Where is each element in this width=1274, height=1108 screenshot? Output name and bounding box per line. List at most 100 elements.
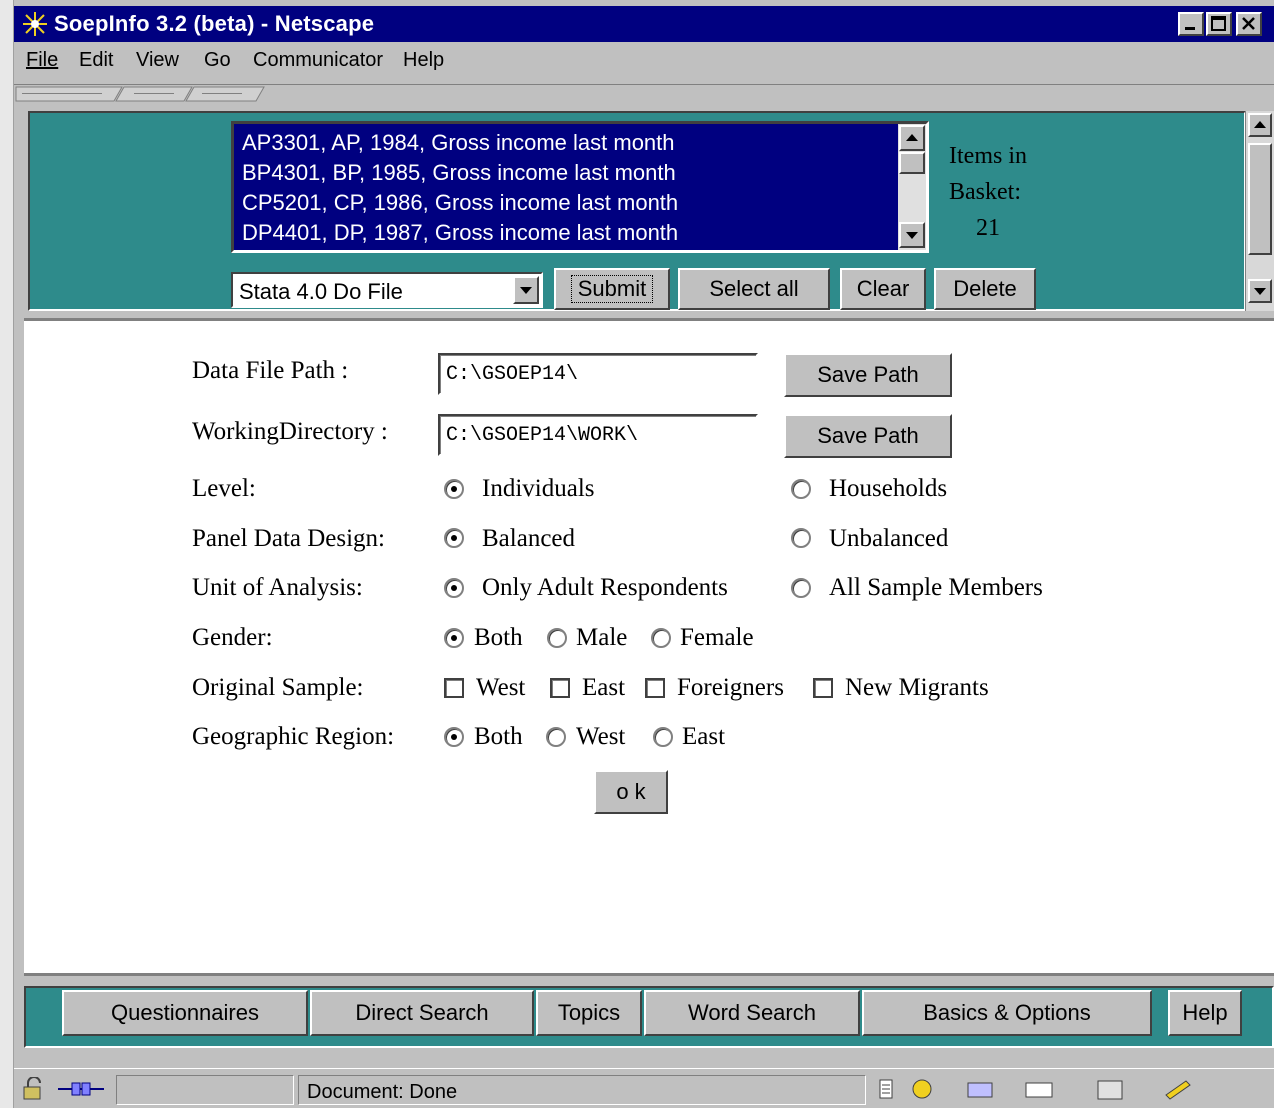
basket-listbox[interactable]: AP3301, AP, 1984, Gross income last mont…	[231, 121, 929, 253]
frame-scrollbar[interactable]	[1245, 111, 1274, 311]
radio-unit-adults[interactable]	[444, 578, 464, 598]
level-option-label: Individuals	[482, 475, 595, 502]
radio-panel-unbalanced[interactable]	[791, 528, 811, 548]
arrow-down-icon	[1254, 288, 1266, 295]
status-text: Document: Done	[307, 1081, 458, 1103]
maximize-button[interactable]	[1206, 12, 1232, 36]
checkbox-sample-east[interactable]	[550, 678, 570, 698]
unit-option-label: Only Adult Respondents	[482, 574, 728, 601]
lock-icon[interactable]	[20, 1077, 50, 1101]
submit-button[interactable]: Submit	[554, 268, 670, 310]
basket-label-line2: Basket:	[949, 179, 1021, 205]
geographic-region-label: Geographic Region:	[192, 723, 395, 750]
unit-option-label: All Sample Members	[829, 574, 1043, 601]
panel-design-label: Panel Data Design:	[192, 525, 386, 552]
window-title: SoepInfo 3.2 (beta) - Netscape	[54, 11, 375, 36]
ok-button[interactable]: o k	[594, 770, 668, 814]
region-option-label: Both	[474, 723, 523, 750]
toolbar-tabs-icon	[15, 86, 265, 102]
original-sample-label: Original Sample:	[192, 674, 364, 701]
listbox-scroll-thumb[interactable]	[899, 152, 925, 174]
nav-help-button[interactable]: Help	[1168, 990, 1242, 1036]
netscape-icon	[20, 10, 50, 38]
checkbox-sample-new-migrants[interactable]	[813, 678, 833, 698]
list-item[interactable]: AP3301, AP, 1984, Gross income last mont…	[242, 130, 675, 156]
sample-option-label: New Migrants	[845, 674, 989, 701]
component-bar-icons[interactable]	[876, 1077, 1236, 1101]
menu-communicator[interactable]: Communicator	[253, 49, 383, 72]
radio-region-west[interactable]	[546, 727, 566, 747]
scroll-up-button[interactable]	[899, 125, 925, 151]
minimize-button[interactable]	[1178, 12, 1204, 36]
panel-option-label: Unbalanced	[829, 525, 949, 552]
radio-unit-all-members[interactable]	[791, 578, 811, 598]
radio-gender-male[interactable]	[547, 628, 567, 648]
level-option-label: Households	[829, 475, 948, 502]
close-button[interactable]	[1236, 12, 1262, 36]
gender-label: Gender:	[192, 624, 273, 651]
menu-file-label: File	[26, 49, 59, 71]
menu-help-label: Help	[403, 49, 445, 71]
list-item[interactable]: CP5201, CP, 1986, Gross income last mont…	[242, 190, 678, 216]
working-directory-label: WorkingDirectory :	[192, 418, 388, 445]
delete-button[interactable]: Delete	[934, 268, 1036, 310]
working-directory-value: C:\GSOEP14\WORK\	[446, 424, 639, 447]
region-option-label: West	[576, 723, 626, 750]
list-item[interactable]: DP4401, DP, 1987, Gross income last mont…	[242, 220, 678, 246]
menu-edit[interactable]: Edit	[79, 49, 113, 72]
status-bar: Document: Done	[14, 1068, 1274, 1108]
working-directory-input[interactable]: C:\GSOEP14\WORK\	[438, 414, 758, 456]
scroll-down-button[interactable]	[899, 222, 925, 248]
collapsed-toolbars[interactable]	[14, 84, 1274, 104]
chevron-down-icon	[520, 287, 532, 294]
options-frame: Data File Path : C:\GSOEP14\ Save Path W…	[24, 318, 1274, 976]
menu-file[interactable]: File	[26, 49, 58, 72]
gender-option-label: Female	[680, 624, 754, 651]
radio-gender-female[interactable]	[651, 628, 671, 648]
select-all-button[interactable]: Select all	[678, 268, 830, 310]
menu-view-label: View	[136, 49, 179, 71]
checkbox-sample-foreigners[interactable]	[645, 678, 665, 698]
unit-of-analysis-label: Unit of Analysis:	[192, 574, 363, 601]
scroll-down-button[interactable]	[1248, 279, 1272, 303]
checkbox-sample-west[interactable]	[444, 678, 464, 698]
gender-option-label: Male	[576, 624, 628, 651]
basket-count-box: Items in Basket: 21	[949, 138, 1027, 246]
title-bar[interactable]: SoepInfo 3.2 (beta) - Netscape	[14, 6, 1274, 42]
minimize-icon	[1185, 27, 1195, 30]
submit-label: Submit	[570, 275, 654, 303]
save-working-path-button[interactable]: Save Path	[784, 414, 952, 458]
menu-go[interactable]: Go	[204, 49, 231, 72]
menu-bar: File Edit View Go Communicator Help	[14, 44, 1274, 80]
menu-help[interactable]: Help	[403, 49, 444, 72]
gender-option-label: Both	[474, 624, 523, 651]
menu-view[interactable]: View	[136, 49, 179, 72]
arrow-up-icon	[906, 134, 918, 141]
status-panel: Document: Done	[298, 1075, 866, 1105]
radio-gender-both[interactable]	[444, 628, 464, 648]
frame-scroll-thumb[interactable]	[1248, 143, 1272, 255]
connection-icon[interactable]	[54, 1077, 108, 1101]
radio-level-individuals[interactable]	[444, 479, 464, 499]
level-label: Level:	[192, 475, 256, 502]
listbox-scrollbar[interactable]	[898, 124, 926, 250]
data-file-path-input[interactable]: C:\GSOEP14\	[438, 353, 758, 395]
nav-word-search-button[interactable]: Word Search	[644, 990, 860, 1036]
nav-questionnaires-button[interactable]: Questionnaires	[62, 990, 308, 1036]
radio-panel-balanced[interactable]	[444, 528, 464, 548]
list-item[interactable]: BP4301, BP, 1985, Gross income last mont…	[242, 160, 676, 186]
sample-option-label: West	[476, 674, 526, 701]
nav-topics-button[interactable]: Topics	[536, 990, 642, 1036]
radio-region-east[interactable]	[653, 727, 673, 747]
basket-label-line1: Items in	[949, 143, 1027, 169]
dropdown-button[interactable]	[513, 276, 539, 304]
nav-basics-options-button[interactable]: Basics & Options	[862, 990, 1152, 1036]
scroll-up-button[interactable]	[1248, 113, 1272, 137]
radio-region-both[interactable]	[444, 727, 464, 747]
clear-button[interactable]: Clear	[840, 268, 926, 310]
nav-direct-search-button[interactable]: Direct Search	[310, 990, 534, 1036]
export-format-select[interactable]: Stata 4.0 Do File	[231, 272, 543, 308]
radio-level-households[interactable]	[791, 479, 811, 499]
save-data-path-button[interactable]: Save Path	[784, 353, 952, 397]
menu-communicator-label: Communicator	[253, 49, 384, 71]
